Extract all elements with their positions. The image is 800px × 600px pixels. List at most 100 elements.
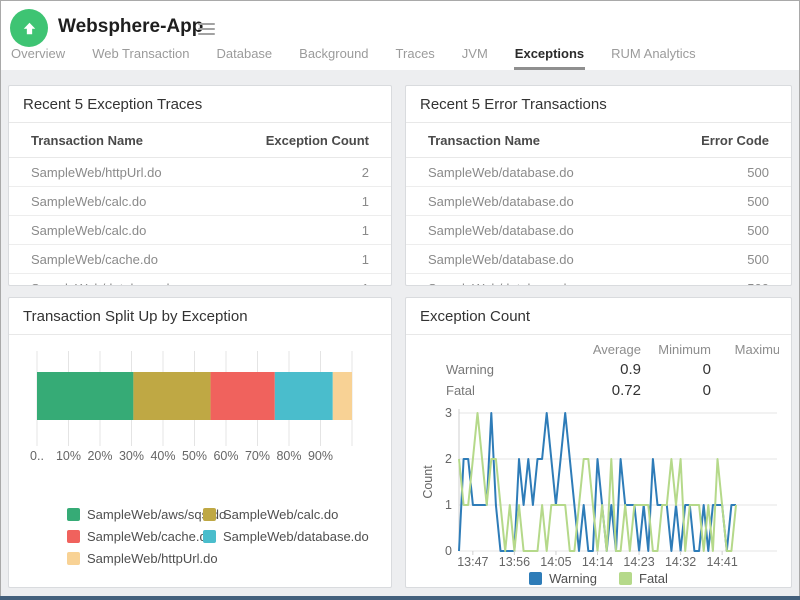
panel-title: Recent 5 Error Transactions xyxy=(406,86,791,122)
bar-x-tick-label: 70% xyxy=(245,449,270,463)
legend-item-sampleweb-calc-do[interactable]: SampleWeb/calc.do xyxy=(203,507,391,522)
table-row: SampleWeb/calc.do1 xyxy=(9,187,391,216)
value-cell: 2 xyxy=(228,158,391,187)
header: Websphere-App Overview Web Transaction Dat… xyxy=(1,1,799,70)
value-cell: 500 xyxy=(657,187,791,216)
table-row: SampleWeb/database.do500 xyxy=(406,158,791,187)
legend-swatch-icon xyxy=(67,508,80,521)
line-series-fatal xyxy=(459,413,736,551)
table-row: SampleWeb/cache.do1 xyxy=(9,245,391,274)
legend-swatch-icon xyxy=(203,530,216,543)
stats-value: 3 xyxy=(711,380,779,401)
legend-label: Fatal xyxy=(639,571,668,586)
transaction-name-cell: SampleWeb/database.do xyxy=(406,158,657,187)
column-header-exception-count: Exception Count xyxy=(228,123,391,158)
legend-item-warning[interactable]: Warning xyxy=(529,571,597,586)
line-x-tick-label: 14:14 xyxy=(582,555,613,569)
transaction-name-cell: SampleWeb/database.do xyxy=(9,274,228,287)
error-transactions-table: Transaction NameError Code SampleWeb/dat… xyxy=(406,123,791,286)
bottom-strip xyxy=(0,596,800,600)
value-cell: 1 xyxy=(228,216,391,245)
bar-segment-sampleweb-calc-do[interactable] xyxy=(133,372,210,420)
table-row: SampleWeb/database.do500 xyxy=(406,216,791,245)
value-cell: 500 xyxy=(657,158,791,187)
table-row: SampleWeb/database.do500 xyxy=(406,274,791,287)
stats-value: 0 xyxy=(641,359,711,380)
panel-title: Recent 5 Exception Traces xyxy=(9,86,391,122)
legend-item-sampleweb-httpurl-do[interactable]: SampleWeb/httpUrl.do xyxy=(67,551,203,566)
bar-x-tick-label: 90% xyxy=(308,449,333,463)
tab-rum-analytics[interactable]: RUM Analytics xyxy=(610,42,697,70)
tab-background[interactable]: Background xyxy=(298,42,369,70)
bar-segment-sampleweb-database-do[interactable] xyxy=(275,372,333,420)
app-title: Websphere-App xyxy=(58,16,203,38)
stats-value: 0 xyxy=(641,380,711,401)
line-x-tick-label: 14:23 xyxy=(623,555,654,569)
hamburger-menu-icon[interactable] xyxy=(198,23,215,38)
legend-label: Warning xyxy=(549,571,597,586)
legend-swatch-icon xyxy=(529,572,542,585)
value-cell: 1 xyxy=(228,274,391,287)
stats-column-maximum: Maximum xyxy=(711,337,779,359)
tab-traces[interactable]: Traces xyxy=(395,42,436,70)
bar-x-tick-label: 0.. xyxy=(30,449,44,463)
legend-item-sampleweb-cache-do[interactable]: SampleWeb/cache.do xyxy=(67,529,203,544)
legend-item-fatal[interactable]: Fatal xyxy=(619,571,668,586)
line-x-tick-label: 13:47 xyxy=(457,555,488,569)
transaction-name-cell: SampleWeb/database.do xyxy=(406,274,657,287)
bar-chart-legend: SampleWeb/aws/sqs.do SampleWeb/calc.do Sam… xyxy=(67,507,391,566)
table-header-row: Transaction NameError Code xyxy=(406,123,791,158)
bar-x-tick-label: 60% xyxy=(213,449,238,463)
panel-title: Transaction Split Up by Exception xyxy=(9,298,391,334)
legend-swatch-icon xyxy=(619,572,632,585)
line-y-tick-label: 1 xyxy=(445,498,452,512)
legend-label: SampleWeb/httpUrl.do xyxy=(87,551,218,566)
legend-item-sampleweb-database-do[interactable]: SampleWeb/database.do xyxy=(203,529,391,544)
line-series-warning xyxy=(459,413,736,551)
bar-x-tick-label: 10% xyxy=(56,449,81,463)
bar-segment-sampleweb-aws-sqs-do[interactable] xyxy=(37,372,133,420)
stats-value: 0.9 xyxy=(556,359,641,380)
value-cell: 500 xyxy=(657,245,791,274)
tab-jvm[interactable]: JVM xyxy=(461,42,489,70)
bar-segment-sampleweb-httpurl-do[interactable] xyxy=(333,372,352,420)
exception-traces-table: Transaction NameException Count SampleWe… xyxy=(9,123,391,286)
table-row: SampleWeb/database.do500 xyxy=(406,245,791,274)
tab-database[interactable]: Database xyxy=(216,42,274,70)
transaction-name-cell: SampleWeb/calc.do xyxy=(9,216,228,245)
bar-x-tick-label: 80% xyxy=(276,449,301,463)
legend-label: SampleWeb/calc.do xyxy=(223,507,338,522)
value-cell: 1 xyxy=(228,187,391,216)
tab-bar: Overview Web Transaction Database Backgroun… xyxy=(10,42,697,70)
stats-header-row: AverageMinimumMaximum xyxy=(446,337,779,359)
app-window: Websphere-App Overview Web Transaction Dat… xyxy=(0,0,800,600)
bar-segment-sampleweb-cache-do[interactable] xyxy=(211,372,275,420)
stats-row-label: Warning xyxy=(446,359,556,380)
legend-item-sampleweb-aws-sqs-do[interactable]: SampleWeb/aws/sqs.do xyxy=(67,507,203,522)
tab-exceptions[interactable]: Exceptions xyxy=(514,42,585,70)
tab-web-transaction[interactable]: Web Transaction xyxy=(91,42,190,70)
panel-title: Exception Count xyxy=(406,298,791,334)
line-x-tick-label: 14:41 xyxy=(707,555,738,569)
column-header-transaction-name: Transaction Name xyxy=(9,123,228,158)
panel-transaction-split: Transaction Split Up by Exception 0.. 10%… xyxy=(8,297,392,588)
line-y-tick-label: 0 xyxy=(445,544,452,558)
panel-exception-traces: Recent 5 Exception Traces Transaction Na… xyxy=(8,85,392,286)
stats-row-label: Fatal xyxy=(446,380,556,401)
line-y-tick-label: 3 xyxy=(445,406,452,420)
table-row: SampleWeb/database.do500 xyxy=(406,187,791,216)
stats-row-fatal: Fatal0.7203 xyxy=(446,380,779,401)
stats-column-average: Average xyxy=(556,337,641,359)
transaction-name-cell: SampleWeb/calc.do xyxy=(9,187,228,216)
tab-overview[interactable]: Overview xyxy=(10,42,66,70)
table-row: SampleWeb/httpUrl.do2 xyxy=(9,158,391,187)
stacked-bar-chart: 0..10%20%30%40%50%60%70%80%90% xyxy=(9,335,392,465)
line-chart: 0123Count13:4713:5614:0514:1414:2314:321… xyxy=(420,401,779,570)
stats-column-minimum: Minimum xyxy=(641,337,711,359)
legend-swatch-icon xyxy=(67,552,80,565)
legend-label: SampleWeb/database.do xyxy=(223,529,369,544)
stats-value: 3 xyxy=(711,359,779,380)
line-x-tick-label: 14:32 xyxy=(665,555,696,569)
bar-x-tick-label: 40% xyxy=(150,449,175,463)
line-x-tick-label: 14:05 xyxy=(540,555,571,569)
